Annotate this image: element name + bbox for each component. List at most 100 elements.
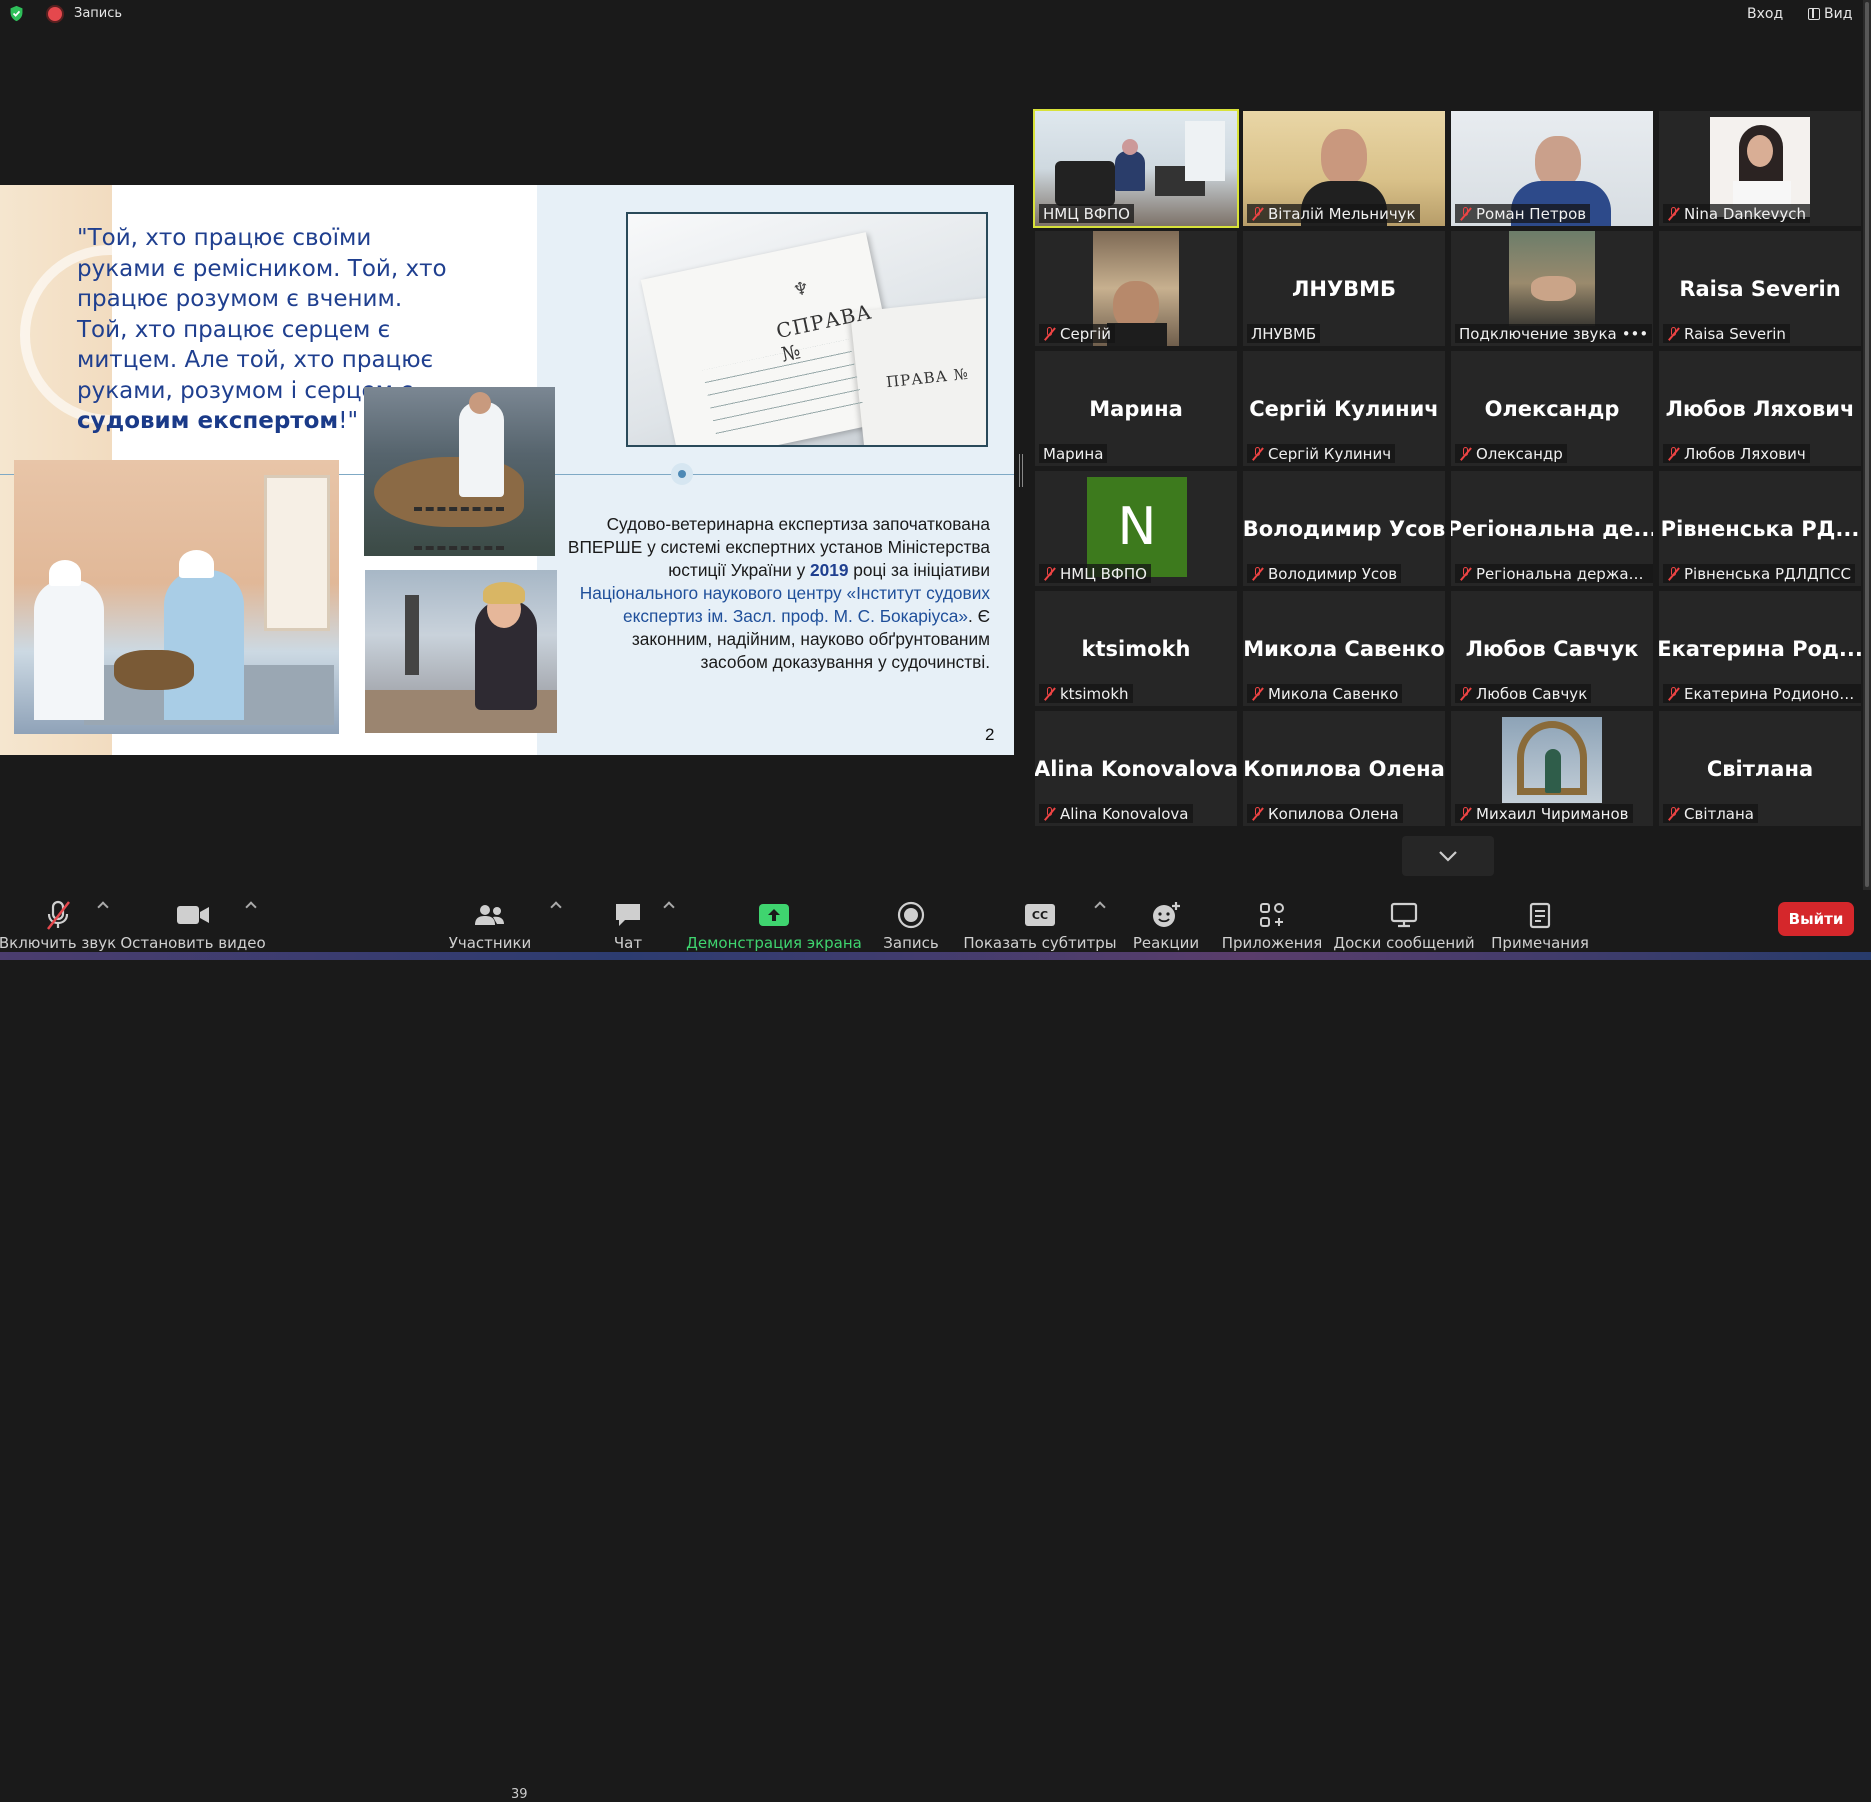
more-options-icon[interactable]: ••• bbox=[1622, 325, 1649, 343]
participant-tile[interactable]: Олександр Олександр bbox=[1451, 351, 1653, 466]
view-menu-button[interactable]: Вид bbox=[1808, 6, 1852, 22]
participant-name: Alina Konovalova bbox=[1060, 804, 1189, 823]
participant-tile[interactable]: Микола Савенко Микола Савенко bbox=[1243, 591, 1445, 706]
participant-tile[interactable]: Raisa Severin Raisa Severin bbox=[1659, 231, 1861, 346]
participant-tile[interactable]: ktsimokh ktsimokh bbox=[1035, 591, 1237, 706]
participant-tile[interactable]: НМЦ ВФПО bbox=[1033, 109, 1239, 228]
mic-muted-icon bbox=[1251, 806, 1263, 821]
participant-name: Копилова Олена bbox=[1268, 804, 1399, 823]
participant-name: ktsimokh bbox=[1060, 684, 1129, 703]
participant-name-label: Alina Konovalova bbox=[1039, 804, 1193, 823]
chat-button[interactable]: Чат bbox=[598, 890, 658, 960]
leave-meeting-button[interactable]: Выйти bbox=[1778, 902, 1854, 936]
participant-tile[interactable]: Alina Konovalova Alina Konovalova bbox=[1035, 711, 1237, 826]
participant-name: Сергій Кулинич bbox=[1268, 444, 1392, 463]
mic-muted-icon bbox=[1459, 806, 1471, 821]
recording-indicator-icon bbox=[48, 7, 62, 21]
video-options-caret[interactable] bbox=[246, 900, 256, 910]
participant-name-label: ktsimokh bbox=[1039, 684, 1133, 703]
scrollbar-thumb[interactable] bbox=[1865, 2, 1869, 887]
mic-muted-icon bbox=[1667, 446, 1679, 461]
participant-name: ЛНУВМБ bbox=[1251, 324, 1317, 343]
enter-button[interactable]: Вход bbox=[1747, 6, 1783, 22]
apps-label: Приложения bbox=[1221, 934, 1323, 952]
panel-resize-handle[interactable] bbox=[1019, 454, 1023, 487]
participant-tile[interactable]: Сергій bbox=[1035, 231, 1237, 346]
apps-button[interactable]: Приложения bbox=[1222, 890, 1322, 960]
participant-name: Raisa Severin bbox=[1684, 324, 1786, 343]
participant-tile[interactable]: Копилова Олена Копилова Олена bbox=[1243, 711, 1445, 826]
chat-options-caret[interactable] bbox=[664, 900, 674, 910]
view-grid-icon bbox=[1808, 8, 1820, 20]
participant-tile[interactable]: Володимир Усов Володимир Усов bbox=[1243, 471, 1445, 586]
mic-muted-icon bbox=[1667, 806, 1679, 821]
mic-muted-icon bbox=[1043, 566, 1055, 581]
shield-check-icon[interactable] bbox=[8, 5, 25, 22]
participant-tile[interactable]: Марина Марина bbox=[1035, 351, 1237, 466]
participant-tile[interactable]: Nina Dankevych bbox=[1659, 111, 1861, 226]
captions-options-caret[interactable] bbox=[1095, 900, 1105, 910]
participant-name-label: Рівненська РДЛДПСС bbox=[1663, 564, 1855, 583]
participants-button[interactable]: Участники bbox=[445, 890, 535, 960]
participants-label: Участники bbox=[448, 934, 532, 952]
gallery-expand-button[interactable] bbox=[1402, 836, 1494, 876]
mic-muted-icon bbox=[1667, 686, 1679, 701]
participant-tile[interactable]: Світлана Світлана bbox=[1659, 711, 1861, 826]
participant-name: Роман Петров bbox=[1476, 204, 1587, 223]
quote-line: працює розумом є вченим. bbox=[77, 286, 403, 312]
whiteboards-label: Доски сообщений bbox=[1333, 934, 1475, 952]
mic-muted-icon bbox=[1043, 686, 1055, 701]
participant-name-label: ЛНУВМБ bbox=[1247, 324, 1321, 343]
closed-captions-icon: CC bbox=[1025, 904, 1055, 926]
participant-name: Микола Савенко bbox=[1268, 684, 1399, 703]
participant-name-label: Любов Ляхович bbox=[1663, 444, 1810, 463]
chevron-down-icon bbox=[1439, 851, 1457, 862]
participant-tile[interactable]: ЛНУВМБ ЛНУВМБ bbox=[1243, 231, 1445, 346]
audio-options-caret[interactable] bbox=[98, 900, 108, 910]
mic-muted-icon bbox=[1667, 326, 1679, 341]
mic-muted-icon bbox=[1459, 206, 1471, 221]
participants-options-caret[interactable] bbox=[551, 900, 561, 910]
reactions-button[interactable]: Реакции bbox=[1130, 890, 1202, 960]
participant-tile[interactable]: N НМЦ ВФПО bbox=[1035, 471, 1237, 586]
participant-name-label: Роман Петров bbox=[1455, 204, 1591, 223]
participant-name: Віталій Мельничук bbox=[1268, 204, 1416, 223]
participant-tile[interactable]: Віталій Мельничук bbox=[1243, 111, 1445, 226]
quote-line: "Той, хто працює своїми bbox=[77, 225, 372, 251]
mic-muted-icon bbox=[1043, 326, 1055, 341]
participant-tile[interactable]: Екатерина Род... Екатерина Родионова bbox=[1659, 591, 1861, 706]
record-button[interactable]: Запись bbox=[880, 890, 942, 960]
whiteboard-icon bbox=[1390, 902, 1418, 928]
participant-name-label: НМЦ ВФПО bbox=[1039, 204, 1134, 223]
participant-name: Регіональна державн... bbox=[1476, 564, 1649, 583]
participant-name: НМЦ ВФПО bbox=[1060, 564, 1147, 583]
notes-button[interactable]: Примечания bbox=[1491, 890, 1589, 960]
participant-tile[interactable]: Рівненська РД... Рівненська РДЛДПСС bbox=[1659, 471, 1861, 586]
participant-name-label: Микола Савенко bbox=[1247, 684, 1403, 703]
participant-tile[interactable]: Роман Петров bbox=[1451, 111, 1653, 226]
mic-muted-icon bbox=[1459, 446, 1471, 461]
mic-muted-icon bbox=[1251, 206, 1263, 221]
participant-name-label: Nina Dankevych bbox=[1663, 204, 1810, 223]
participant-tile[interactable]: Любов Савчук Любов Савчук bbox=[1451, 591, 1653, 706]
photo-case-folders: ♆ СПРАВА№ ПРАВА № bbox=[626, 212, 988, 447]
share-screen-button[interactable]: Демонстрация экрана bbox=[686, 890, 862, 960]
participant-tile[interactable]: Подключение звука ••• bbox=[1451, 231, 1653, 346]
whiteboards-button[interactable]: Доски сообщений bbox=[1333, 890, 1475, 960]
view-label: Вид bbox=[1824, 6, 1853, 22]
participant-name: НМЦ ВФПО bbox=[1043, 204, 1130, 223]
desktop-wallpaper-strip bbox=[0, 952, 1871, 960]
participant-name-label: Екатерина Родионова bbox=[1663, 684, 1861, 703]
participant-tile[interactable]: Любов Ляхович Любов Ляхович bbox=[1659, 351, 1861, 466]
chat-label: Чат bbox=[613, 934, 643, 952]
participant-tile[interactable]: Михаил Чириманов bbox=[1451, 711, 1653, 826]
captions-button[interactable]: CC Показать субтитры bbox=[963, 890, 1117, 960]
participant-name-label: Михаил Чириманов bbox=[1455, 804, 1633, 823]
chat-icon bbox=[616, 904, 640, 926]
stop-video-button[interactable]: Остановить видео bbox=[120, 890, 266, 960]
participant-name-label: Любов Савчук bbox=[1455, 684, 1592, 703]
quote-line: руками є ремісником. Той, хто bbox=[77, 255, 447, 282]
mic-muted-icon bbox=[1459, 686, 1471, 701]
participant-tile[interactable]: Регіональна де... Регіональна державн... bbox=[1451, 471, 1653, 586]
participant-tile[interactable]: Сергій Кулинич Сергій Кулинич bbox=[1243, 351, 1445, 466]
